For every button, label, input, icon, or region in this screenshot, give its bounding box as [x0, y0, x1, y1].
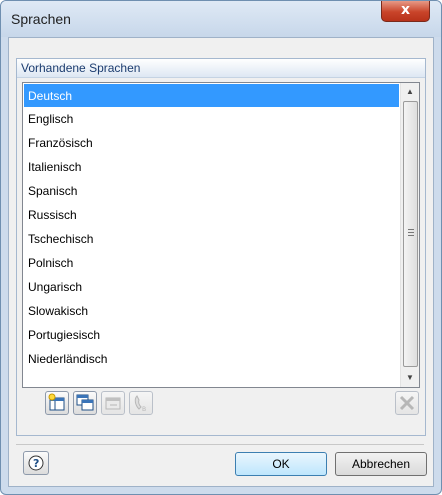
language-settings-button[interactable]: B [129, 391, 153, 415]
list-item-label: Niederländisch [28, 352, 108, 366]
delete-icon [399, 395, 415, 411]
list-item-label: Französisch [28, 136, 93, 150]
list-item-label: Tschechisch [28, 232, 94, 246]
thumb-grip [408, 229, 414, 230]
list-item[interactable]: Französisch [24, 131, 399, 154]
group-title: Vorhandene Sprachen [21, 61, 141, 75]
dialog-client-area: Vorhandene Sprachen Deutsch Englisch Fra… [8, 37, 434, 487]
list-item-label: Slowakisch [28, 304, 89, 318]
list-item-label: Deutsch [28, 89, 73, 103]
scroll-thumb[interactable] [403, 101, 418, 367]
phone-language-icon: B [134, 395, 146, 413]
scroll-down-icon[interactable]: ▼ [401, 369, 419, 386]
new-language-button[interactable] [45, 391, 69, 415]
list-item[interactable]: Englisch [24, 107, 399, 130]
list-item[interactable]: Niederländisch [24, 347, 399, 370]
list-item[interactable]: Portugiesisch [24, 323, 399, 346]
window-title: Sprachen [11, 11, 71, 27]
list-item[interactable]: Polnisch [24, 251, 399, 274]
copy-language-icon [76, 394, 94, 411]
svg-text:?: ? [33, 457, 39, 470]
list-item[interactable]: Tschechisch [24, 227, 399, 250]
new-language-icon [48, 393, 65, 411]
list-item-label: Polnisch [28, 256, 74, 270]
list-item[interactable]: Slowakisch [24, 299, 399, 322]
copy-language-button[interactable] [73, 391, 97, 415]
cancel-button[interactable]: Abbrechen [335, 452, 427, 476]
list-item[interactable]: Russisch [24, 203, 399, 226]
close-button[interactable]: x [381, 1, 430, 22]
list-item-label: Ungarisch [28, 280, 83, 294]
close-icon: x [400, 2, 411, 18]
edit-language-button[interactable] [101, 391, 125, 415]
list-item[interactable]: Deutsch [24, 84, 399, 107]
thumb-grip [408, 235, 414, 236]
help-button[interactable]: ? [23, 451, 49, 475]
ok-button[interactable]: OK [235, 452, 327, 476]
list-item[interactable]: Ungarisch [24, 275, 399, 298]
svg-text:B: B [142, 406, 146, 413]
languages-group: Vorhandene Sprachen Deutsch Englisch Fra… [16, 58, 426, 436]
list-item-label: Russisch [28, 208, 77, 222]
list-item[interactable]: Italienisch [24, 155, 399, 178]
list-scrollbar[interactable]: ▲ ▼ [400, 83, 419, 387]
group-header: Vorhandene Sprachen [17, 59, 425, 78]
list-item-label: Englisch [28, 112, 74, 126]
thumb-grip [408, 232, 414, 233]
title-bar[interactable]: Sprachen x [1, 1, 441, 37]
help-icon: ? [28, 455, 44, 471]
list-item-label: Portugiesisch [28, 328, 101, 342]
delete-language-button[interactable] [395, 391, 419, 415]
language-list[interactable]: Deutsch Englisch Französisch Italienisch… [22, 82, 420, 388]
list-item-label: Italienisch [28, 160, 82, 174]
list-item-label: Spanisch [28, 184, 78, 198]
edit-language-icon [105, 397, 121, 410]
list-item[interactable]: Spanisch [24, 179, 399, 202]
footer-divider [16, 444, 424, 445]
dialog-window: Sprachen x Vorhandene Sprachen Deutsch E… [0, 0, 442, 495]
scroll-up-icon[interactable]: ▲ [401, 83, 419, 100]
